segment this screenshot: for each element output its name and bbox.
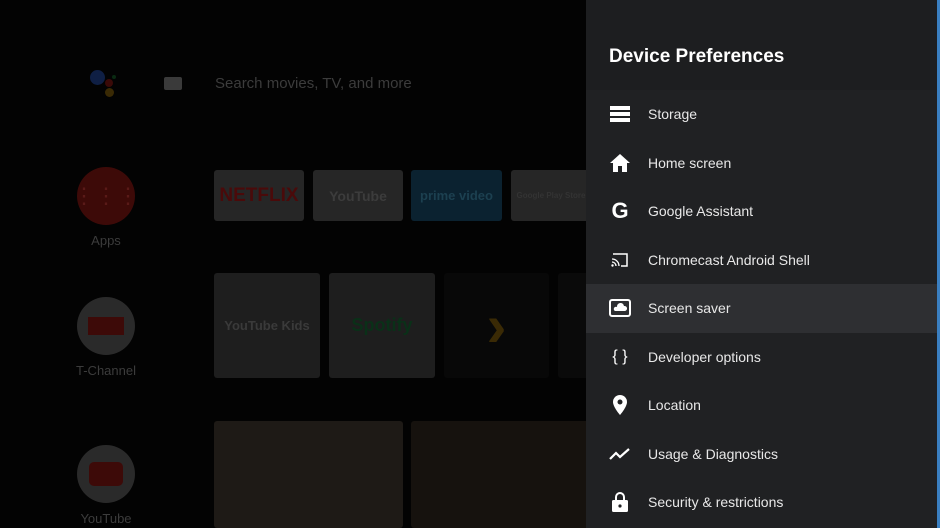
screensaver-icon: [608, 296, 632, 320]
app-tile-spotify[interactable]: Spotify: [329, 273, 435, 378]
youtube-icon: [77, 445, 135, 503]
menu-item-label: Security & restrictions: [648, 494, 784, 511]
app-tile-netflix[interactable]: NETFLIX: [214, 170, 304, 221]
menu-item-label: Chromecast Android Shell: [648, 251, 810, 268]
menu-item-screen-saver[interactable]: Screen saver: [586, 284, 940, 333]
home-screen-background: Search movies, TV, and more ⋮⋮⋮ Apps T-C…: [0, 0, 586, 528]
side-item-apps[interactable]: ⋮⋮⋮ Apps: [70, 167, 142, 248]
app-tile-youtube[interactable]: YouTube: [313, 170, 403, 221]
menu-item-usage-diagnostics[interactable]: Usage & Diagnostics: [586, 430, 940, 479]
storage-icon: [608, 102, 632, 126]
google-assistant-icon[interactable]: [90, 70, 120, 100]
search-input[interactable]: Search movies, TV, and more: [215, 75, 412, 92]
app-tile-google-play[interactable]: Google Play Store: [511, 170, 586, 221]
menu-item-label: Storage: [648, 106, 698, 123]
menu-item-label: Home screen: [648, 154, 732, 171]
cast-icon: [608, 248, 632, 272]
t-channel-icon: [77, 297, 135, 355]
lock-icon: [608, 490, 632, 514]
menu-item-label: Location: [648, 397, 701, 414]
panel-header: Device Preferences: [586, 0, 940, 90]
menu-item-home-screen[interactable]: Home screen: [586, 139, 940, 188]
app-tile-plex[interactable]: ›: [444, 273, 549, 378]
trending-icon: [608, 442, 632, 466]
keyboard-icon[interactable]: [164, 77, 182, 90]
preferences-list: Storage Home screen G Google Assistant C…: [586, 90, 940, 527]
side-item-label: T-Channel: [76, 363, 136, 378]
menu-item-location[interactable]: Location: [586, 381, 940, 430]
menu-item-label: Google Assistant: [648, 203, 754, 220]
app-tile-prime-video[interactable]: prime video: [411, 170, 502, 221]
menu-item-label: Developer options: [648, 348, 761, 365]
menu-item-developer-options[interactable]: { } Developer options: [586, 333, 940, 382]
braces-icon: { }: [612, 347, 628, 365]
side-item-label: YouTube: [80, 511, 132, 526]
app-tile-youtube-kids[interactable]: YouTube Kids: [214, 273, 320, 378]
menu-item-label: Usage & Diagnostics: [648, 445, 778, 462]
google-icon: G: [611, 198, 629, 224]
menu-item-google-assistant[interactable]: G Google Assistant: [586, 187, 940, 236]
device-preferences-panel: Device Preferences Storage Home screen G…: [586, 0, 940, 528]
location-pin-icon: [608, 393, 632, 417]
side-item-youtube[interactable]: YouTube: [70, 445, 142, 526]
home-icon: [608, 151, 632, 175]
menu-item-storage[interactable]: Storage: [586, 90, 940, 139]
video-thumbnail[interactable]: [214, 421, 403, 528]
app-tile-partial[interactable]: [558, 273, 586, 378]
video-thumbnail[interactable]: [411, 421, 586, 528]
menu-item-label: Screen saver: [648, 300, 731, 317]
menu-item-chromecast[interactable]: Chromecast Android Shell: [586, 236, 940, 285]
menu-item-security[interactable]: Security & restrictions: [586, 478, 940, 527]
apps-grid-icon: ⋮⋮⋮: [73, 167, 139, 225]
side-item-label: Apps: [91, 233, 121, 248]
side-item-t-channel[interactable]: T-Channel: [70, 297, 142, 378]
panel-title: Device Preferences: [609, 46, 785, 67]
